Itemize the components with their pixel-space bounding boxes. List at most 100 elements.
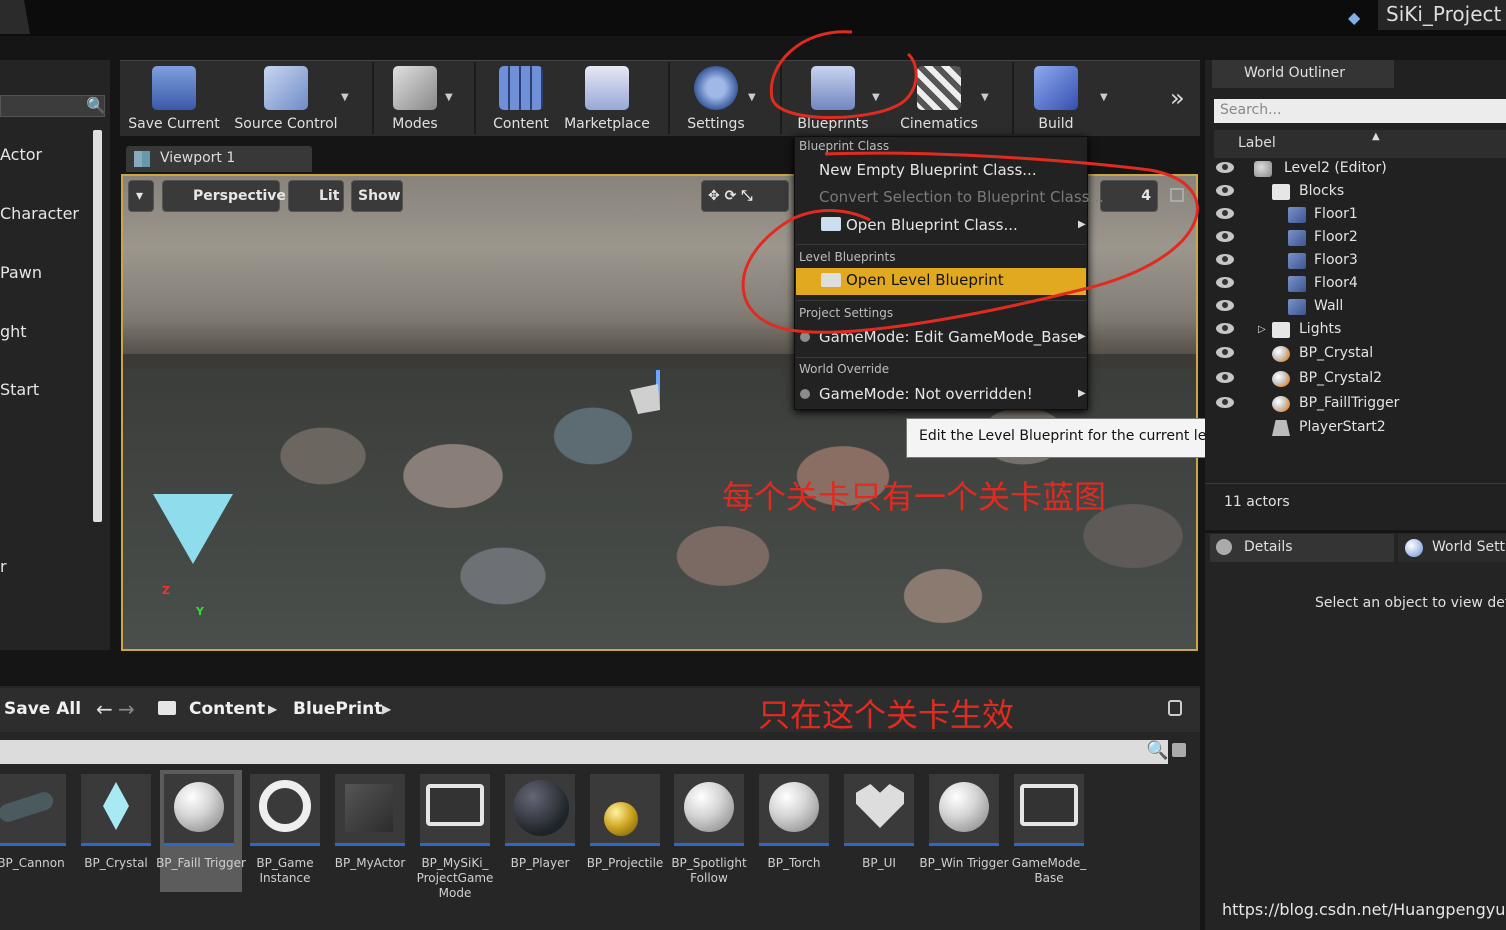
asset-tile[interactable]: BP_Spotlight Follow (670, 770, 748, 892)
tree-row-wall[interactable]: Wall (1214, 296, 1506, 319)
folder-icon (1272, 184, 1290, 200)
save-all-button[interactable]: Save All (4, 699, 81, 719)
back-arrow-icon[interactable]: ← (96, 697, 113, 721)
content-button[interactable]: Content (490, 62, 552, 134)
toolbar-overflow-icon[interactable]: » (1170, 84, 1185, 112)
breadcrumb-arrow-icon[interactable]: ▶ (268, 702, 277, 716)
cinematics-dropdown-icon[interactable]: ▼ (981, 92, 993, 103)
source-control-dropdown-icon[interactable]: ▼ (341, 92, 353, 103)
build-dropdown-icon[interactable]: ▼ (1100, 92, 1112, 103)
visibility-eye-icon[interactable] (1216, 397, 1234, 408)
breadcrumb-arrow-icon[interactable]: ▶ (382, 702, 391, 716)
tree-row-floor3[interactable]: Floor3 (1214, 250, 1506, 273)
pad-thumbnail-icon (1020, 784, 1078, 826)
tree-row-level2[interactable]: Level2 (Editor) (1214, 158, 1506, 181)
show-button[interactable]: Show (351, 180, 403, 212)
player-start-gizmo[interactable] (628, 370, 692, 422)
tree-row-floor2[interactable]: Floor2 (1214, 227, 1506, 250)
marketplace-label: Marketplace (564, 116, 650, 132)
expand-arrow-icon[interactable]: ▷ (1258, 324, 1266, 335)
pad-thumbnail-icon (426, 784, 484, 826)
visibility-eye-icon[interactable] (1216, 208, 1234, 219)
blueprint-sphere-icon (1272, 396, 1290, 412)
tree-label: Level2 (Editor) (1284, 160, 1387, 176)
asset-tile[interactable]: BP_Projectile (586, 770, 664, 892)
modes-scrollbar[interactable] (93, 130, 102, 522)
modes-item-partial[interactable]: r (0, 557, 100, 576)
visibility-eye-icon[interactable] (1216, 162, 1234, 173)
visibility-eye-icon[interactable] (1216, 300, 1234, 311)
asset-label: BP_Projectile (586, 856, 664, 870)
settings-button[interactable]: Settings (684, 62, 748, 134)
tree-row-bp-crystal[interactable]: BP_Crystal (1214, 343, 1506, 366)
modes-item-light[interactable]: ght (0, 322, 100, 341)
viewport-tab[interactable]: Viewport 1 (126, 146, 312, 172)
modes-item-character[interactable]: Character (0, 204, 100, 223)
asset-tile[interactable]: GameMode_ Base (1010, 770, 1088, 892)
toolbar-divider (1012, 62, 1014, 134)
modes-item-player-start[interactable]: Start (0, 380, 100, 399)
tree-row-bp-crystal2[interactable]: BP_Crystal2 (1214, 368, 1506, 391)
asset-search-input[interactable] (0, 740, 1168, 764)
asset-thumbnail (420, 774, 490, 846)
tree-row-lights[interactable]: ▷ Lights (1214, 319, 1506, 342)
menu-gamemode-override[interactable]: GameMode: Not overridden! (819, 385, 1033, 403)
tree-row-floor4[interactable]: Floor4 (1214, 273, 1506, 296)
asset-tile[interactable]: BP_UI (840, 770, 918, 892)
asset-tile[interactable]: BP_Game Instance (246, 770, 324, 892)
details-tab[interactable]: Details (1210, 534, 1394, 562)
modes-button[interactable]: Modes (384, 62, 446, 134)
asset-tile[interactable]: BP_Player (501, 770, 579, 892)
title-bar (0, 0, 1506, 36)
asset-tile[interactable]: BP_Faill Trigger (156, 770, 246, 892)
asset-thumbnail (81, 774, 151, 846)
visibility-eye-icon[interactable] (1216, 323, 1234, 334)
breadcrumb-blueprint[interactable]: BluePrint (293, 699, 382, 719)
modes-dropdown-icon[interactable]: ▼ (445, 92, 457, 103)
info-icon (1216, 539, 1232, 555)
tree-row-bp-failltrigger[interactable]: BP_FaillTrigger (1214, 393, 1506, 416)
source-control-button[interactable]: Source Control (230, 62, 342, 134)
visibility-eye-icon[interactable] (1216, 231, 1234, 242)
save-search-icon[interactable] (1172, 743, 1186, 757)
settings-dropdown-icon[interactable]: ▼ (748, 92, 760, 103)
lit-button[interactable]: Lit (288, 180, 344, 212)
visibility-eye-icon[interactable] (1216, 277, 1234, 288)
tree-row-floor1[interactable]: Floor1 (1214, 204, 1506, 227)
marketplace-button[interactable]: Marketplace (562, 62, 652, 134)
cube-icon (1288, 299, 1306, 315)
save-current-button[interactable]: Save Current (126, 62, 222, 134)
build-button[interactable]: Build (1026, 62, 1086, 134)
heart-thumbnail-icon (856, 784, 904, 828)
asset-tile[interactable]: BP_MyActor (331, 770, 409, 892)
asset-tile[interactable]: BP_Crystal (77, 770, 155, 892)
breadcrumb-content[interactable]: Content (189, 699, 265, 719)
visibility-eye-icon[interactable] (1216, 347, 1234, 358)
asset-label: BP_Win Trigger (919, 856, 1009, 870)
visibility-eye-icon[interactable] (1216, 185, 1234, 196)
asset-tile[interactable]: BP_Win Trigger (919, 770, 1009, 892)
sort-ascending-icon[interactable]: ▲ (1372, 131, 1380, 142)
viewport-options-button[interactable]: ▾ (128, 180, 154, 212)
asset-thumbnail (250, 774, 320, 846)
lock-icon[interactable] (1168, 700, 1182, 716)
search-icon[interactable]: 🔍 (1146, 740, 1168, 761)
asset-tile[interactable]: BP_MySiKi_ ProjectGame Mode (416, 770, 494, 900)
asset-tile[interactable]: BP_Torch (755, 770, 833, 892)
forward-arrow-icon[interactable]: → (118, 697, 135, 721)
outliner-search-input[interactable]: Search... (1214, 99, 1506, 123)
asset-thumbnail (929, 774, 999, 846)
world-outliner-tab[interactable]: World Outliner (1212, 60, 1394, 88)
asset-tile[interactable]: BP_Cannon (0, 770, 70, 892)
modes-item-actor[interactable]: Actor (0, 145, 100, 164)
tree-row-blocks[interactable]: Blocks (1214, 181, 1506, 204)
perspective-button[interactable]: Perspective (162, 180, 286, 212)
outliner-label-column-header[interactable]: Label (1214, 130, 1506, 158)
search-icon[interactable]: 🔍 (86, 96, 106, 116)
visibility-eye-icon[interactable] (1216, 372, 1234, 383)
modes-item-pawn[interactable]: Pawn (0, 263, 100, 282)
tree-row-playerstart2[interactable]: PlayerStart2 (1214, 417, 1506, 440)
crystal-mesh[interactable] (153, 494, 233, 564)
visibility-eye-icon[interactable] (1216, 254, 1234, 265)
settings-label: Settings (687, 116, 745, 132)
